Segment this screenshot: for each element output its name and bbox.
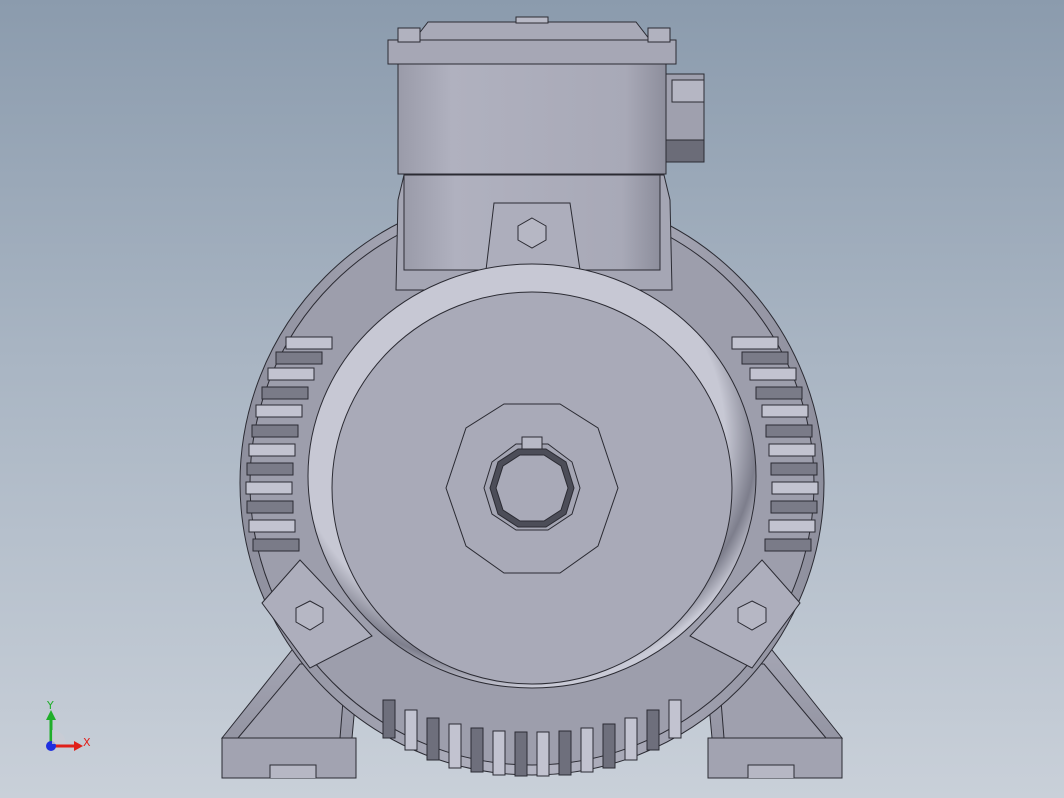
cable-gland[interactable] xyxy=(665,73,705,163)
motor-model[interactable] xyxy=(0,0,1064,798)
triad-x-label: X xyxy=(83,736,91,749)
triad-y-label: Y xyxy=(47,699,54,712)
graphics-viewport[interactable]: Y X xyxy=(0,0,1064,798)
terminal-box[interactable] xyxy=(387,16,677,175)
top-lug[interactable] xyxy=(485,202,581,271)
